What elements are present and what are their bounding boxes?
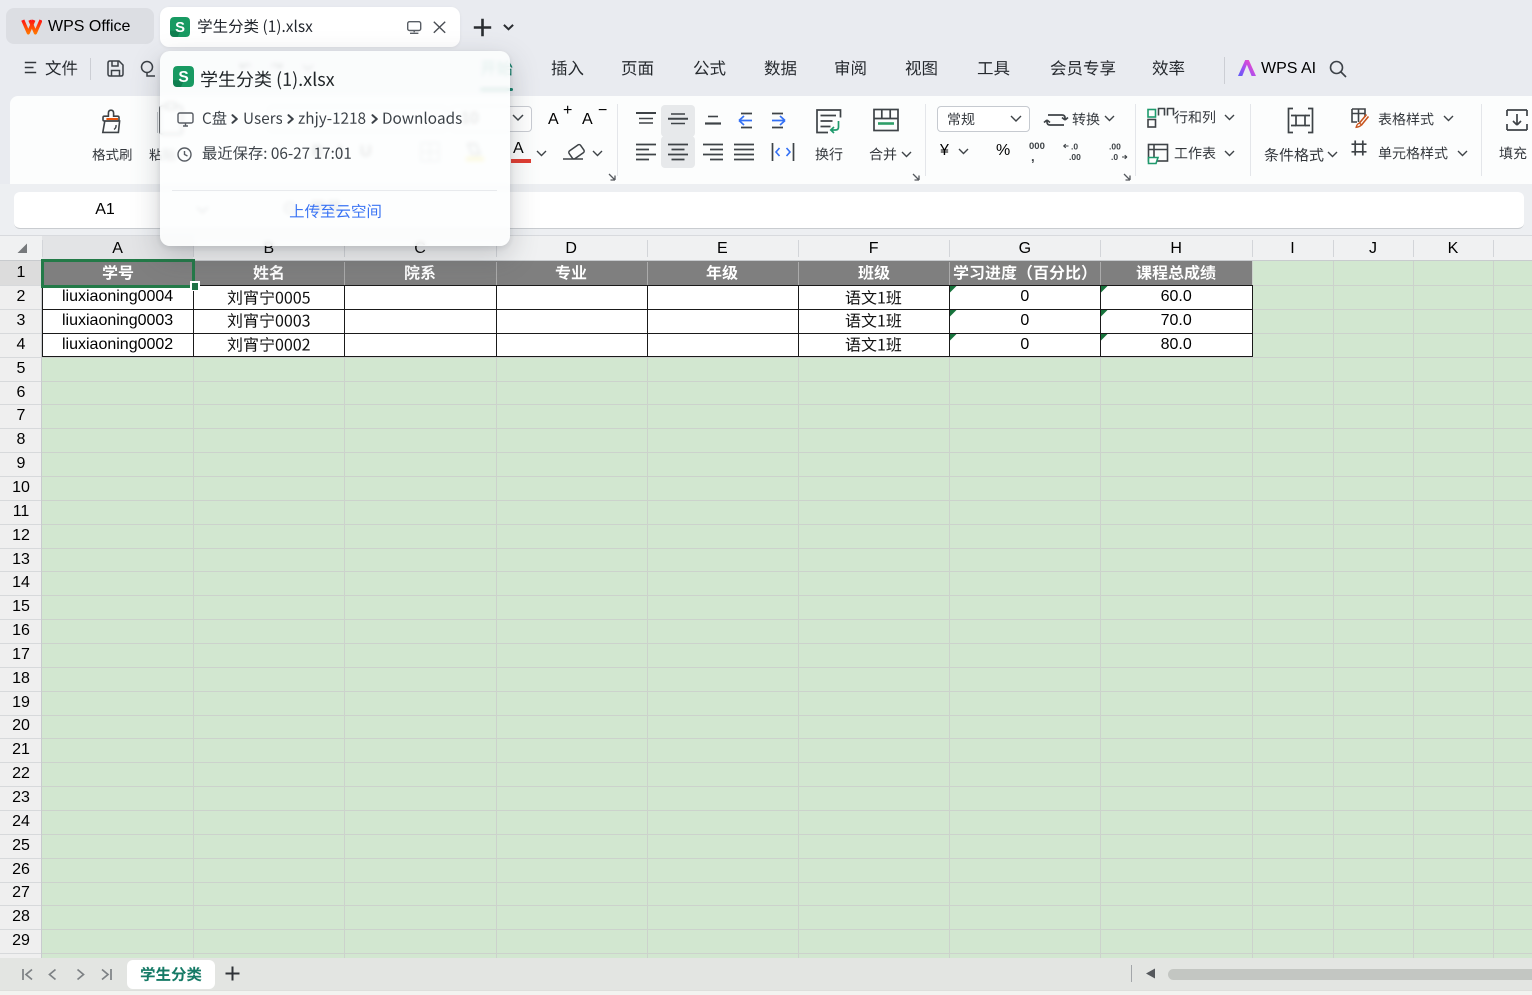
svg-text:.00: .00 <box>1109 142 1121 152</box>
svg-text:,: , <box>1031 149 1035 164</box>
svg-text:.0: .0 <box>1071 142 1078 152</box>
svg-text:S: S <box>175 20 185 36</box>
svg-text:.0: .0 <box>1111 152 1118 162</box>
svg-text:S: S <box>178 69 188 86</box>
svg-text:.00: .00 <box>1069 152 1081 162</box>
